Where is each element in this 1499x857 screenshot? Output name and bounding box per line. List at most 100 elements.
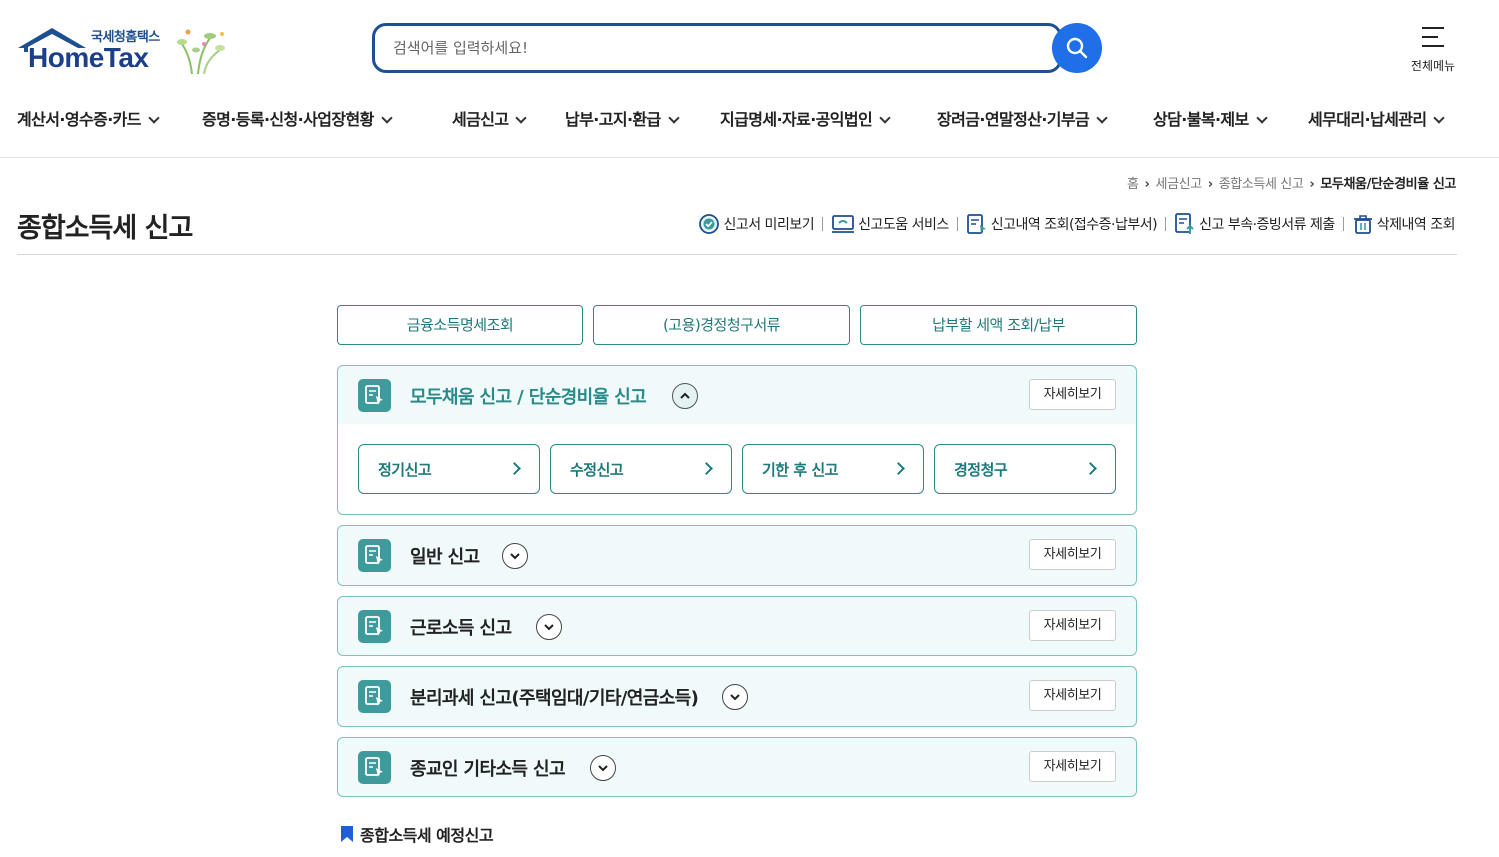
chevron-down-icon	[510, 553, 520, 560]
detail-button[interactable]: 자세히보기	[1029, 610, 1116, 641]
accordion-header[interactable]: 근로소득 신고 자세히보기	[338, 597, 1136, 655]
all-menu-button[interactable]: 전체메뉴	[1400, 24, 1466, 76]
plant-logo-icon	[177, 29, 225, 75]
gnb-item-tax-report[interactable]: 세금신고	[452, 106, 528, 130]
chevron-down-icon	[544, 624, 554, 631]
quick-links: 신고서 미리보기 신고도움 서비스 신고내역 조회(접수증·납부서) 신고 부속…	[698, 212, 1456, 236]
divider	[1165, 217, 1167, 231]
report-form-icon	[358, 680, 391, 713]
gnb-item-incentive[interactable]: 장려금·연말정산·기부금	[937, 106, 1108, 130]
expand-toggle[interactable]	[590, 755, 616, 781]
amended-report-button[interactable]: 수정신고	[550, 444, 732, 494]
gnb-item-consult[interactable]: 상담·불복·제보	[1153, 106, 1268, 130]
chevron-down-icon	[668, 112, 680, 124]
quick-link-preview[interactable]: 신고서 미리보기	[698, 213, 815, 235]
gnb-item-invoice[interactable]: 계산서·영수증·카드	[17, 106, 160, 130]
accordion-general-report: 일반 신고 자세히보기	[337, 525, 1137, 586]
trash-icon	[1353, 215, 1372, 234]
report-form-icon	[358, 751, 391, 784]
chevron-down-icon	[730, 694, 740, 701]
detail-button[interactable]: 자세히보기	[1029, 751, 1116, 782]
chevron-up-icon	[680, 392, 690, 399]
breadcrumb-tax-report[interactable]: 세금신고	[1156, 177, 1203, 192]
search-icon	[1066, 37, 1088, 59]
correction-claim-docs-button[interactable]: (고용)경정청구서류	[593, 305, 850, 345]
detail-button[interactable]: 자세히보기	[1029, 379, 1116, 410]
chevron-down-icon	[879, 112, 891, 124]
check-circle-icon	[699, 214, 720, 234]
expand-toggle[interactable]	[536, 614, 562, 640]
chevron-down-icon	[1256, 112, 1268, 124]
accordion-header[interactable]: 종교인 기타소득 신고 자세히보기	[338, 738, 1136, 796]
quick-link-history[interactable]: 신고내역 조회(접수증·납부서)	[966, 213, 1158, 235]
accordion-title: 근로소득 신고	[410, 618, 512, 639]
chevron-right-icon: ›	[1207, 177, 1213, 192]
gnb-item-certificate[interactable]: 증명·등록·신청·사업장현황	[202, 106, 393, 130]
report-form-icon	[358, 539, 391, 572]
breadcrumb-home[interactable]: 홈	[1127, 177, 1139, 192]
accordion-title: 종교인 기타소득 신고	[410, 759, 566, 780]
divider	[956, 217, 958, 231]
accordion-body: 정기신고 수정신고 기한 후 신고 경정청구	[338, 424, 1136, 514]
report-form-icon	[358, 379, 391, 412]
chevron-down-icon	[598, 765, 608, 772]
detail-button[interactable]: 자세히보기	[1029, 539, 1116, 570]
accordion-religious-income-report: 종교인 기타소득 신고 자세히보기	[337, 737, 1137, 797]
accordion-header[interactable]: 모두채움 신고 / 단순경비율 신고 자세히보기	[338, 366, 1136, 424]
section-heading: 종합소득세 예정신고	[340, 822, 494, 846]
expand-toggle[interactable]	[722, 684, 748, 710]
chevron-right-icon	[700, 462, 713, 475]
chevron-right-icon: ›	[1144, 177, 1150, 192]
monitor-icon	[832, 215, 855, 233]
logo-title: HomeTax	[28, 42, 149, 73]
report-form-icon	[358, 610, 391, 643]
late-report-button[interactable]: 기한 후 신고	[742, 444, 924, 494]
document-search-icon	[966, 214, 986, 234]
accordion-header[interactable]: 일반 신고 자세히보기	[338, 526, 1136, 584]
correction-claim-button[interactable]: 경정청구	[934, 444, 1116, 494]
quick-link-help-service[interactable]: 신고도움 서비스	[831, 213, 949, 235]
detail-button[interactable]: 자세히보기	[1029, 680, 1116, 711]
financial-income-lookup-button[interactable]: 금융소득명세조회	[337, 305, 583, 345]
page-title: 종합소득세 신고	[17, 213, 193, 244]
quick-link-submit-docs[interactable]: 신고 부속·증빙서류 제출	[1174, 212, 1335, 236]
chevron-right-icon: ›	[1309, 177, 1315, 192]
gnb-item-payment[interactable]: 납부·고지·환급	[565, 106, 680, 130]
collapse-toggle[interactable]	[672, 383, 698, 409]
search-input[interactable]	[393, 26, 1033, 70]
regular-report-button[interactable]: 정기신고	[358, 444, 540, 494]
header-divider	[0, 157, 1499, 158]
accordion-separate-tax-report: 분리과세 신고(주택임대/기타/연금소득) 자세히보기	[337, 666, 1137, 727]
document-upload-icon	[1175, 213, 1194, 234]
chevron-right-icon	[1084, 462, 1097, 475]
search-button[interactable]	[1052, 23, 1102, 73]
title-divider	[17, 254, 1457, 255]
accordion-title: 분리과세 신고(주택임대/기타/연금소득)	[410, 688, 699, 709]
gnb-item-agent[interactable]: 세무대리·납세관리	[1308, 106, 1446, 130]
hamburger-icon	[1422, 27, 1444, 47]
accordion-header[interactable]: 분리과세 신고(주택임대/기타/연금소득) 자세히보기	[338, 667, 1136, 725]
chevron-down-icon	[1096, 112, 1108, 124]
expand-toggle[interactable]	[502, 543, 528, 569]
chevron-right-icon	[892, 462, 905, 475]
breadcrumb-current: 모두채움/단순경비율 신고	[1320, 177, 1456, 192]
chevron-right-icon	[508, 462, 521, 475]
hometax-logo[interactable]: 국세청홈택스 HomeTax	[16, 24, 236, 80]
chevron-down-icon	[148, 112, 160, 124]
chevron-down-icon	[381, 112, 393, 124]
tax-payment-button[interactable]: 납부할 세액 조회/납부	[860, 305, 1137, 345]
accordion-title: 모두채움 신고 / 단순경비율 신고	[410, 387, 647, 408]
divider	[822, 217, 824, 231]
divider	[1342, 217, 1344, 231]
chevron-down-icon	[515, 112, 528, 124]
quick-link-deleted[interactable]: 삭제내역 조회	[1352, 213, 1456, 235]
bookmark-icon	[341, 826, 353, 842]
breadcrumb: 홈 › 세금신고 › 종합소득세 신고 › 모두채움/단순경비율 신고	[1127, 173, 1456, 192]
accordion-title: 일반 신고	[410, 547, 480, 568]
main-navigation: 계산서·영수증·카드 증명·등록·신청·사업장현황 세금신고 납부·고지·환급 …	[0, 100, 1499, 136]
gnb-item-statement[interactable]: 지급명세·자료·공익법인	[720, 106, 891, 130]
breadcrumb-income-tax[interactable]: 종합소득세 신고	[1219, 177, 1304, 192]
chevron-down-icon	[1433, 112, 1446, 124]
accordion-earned-income-report: 근로소득 신고 자세히보기	[337, 596, 1137, 656]
search-box	[372, 23, 1062, 73]
